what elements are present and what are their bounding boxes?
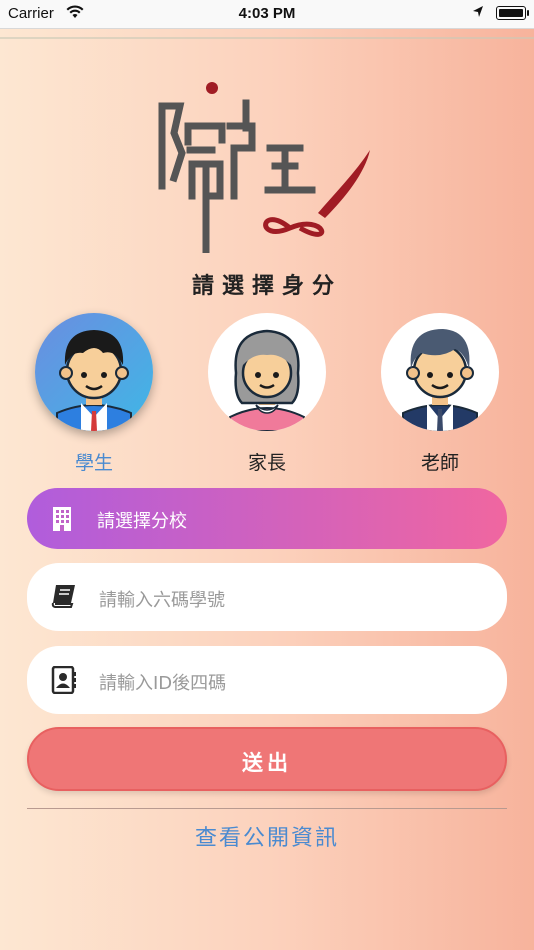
battery-fill bbox=[499, 9, 523, 17]
submit-button[interactable]: 送出 bbox=[27, 727, 507, 791]
role-label-parent[interactable]: 家長 bbox=[207, 448, 327, 475]
student-id-field[interactable]: 請輸入六碼學號 bbox=[27, 563, 507, 631]
branch-select-label: 請選擇分校 bbox=[97, 511, 187, 532]
status-bar: Carrier 4:03 PM bbox=[0, 0, 534, 29]
contact-card-icon bbox=[51, 665, 77, 698]
role-label-student[interactable]: 學生 bbox=[34, 448, 154, 475]
parent-avatar[interactable] bbox=[208, 313, 326, 431]
book-icon bbox=[51, 584, 77, 612]
divider bbox=[27, 808, 507, 809]
app-logo bbox=[150, 78, 380, 257]
battery-icon bbox=[496, 6, 529, 20]
role-label-teacher[interactable]: 老師 bbox=[380, 448, 500, 475]
location-arrow-icon bbox=[472, 5, 484, 23]
student-id-input[interactable]: 請輸入六碼學號 bbox=[99, 586, 225, 612]
submit-label: 送出 bbox=[242, 751, 292, 775]
building-icon bbox=[52, 506, 72, 536]
clock: 4:03 PM bbox=[238, 5, 296, 22]
branch-select-button[interactable]: 請選擇分校 bbox=[27, 488, 507, 549]
id-last4-input[interactable]: 請輸入ID後四碼 bbox=[99, 669, 226, 695]
teacher-avatar[interactable] bbox=[381, 313, 499, 431]
student-avatar[interactable] bbox=[35, 313, 153, 431]
public-info-link[interactable]: 查看公開資訊 bbox=[0, 820, 534, 852]
top-divider bbox=[0, 37, 534, 39]
id-last4-field[interactable]: 請輸入ID後四碼 bbox=[27, 646, 507, 714]
page-title: 請選擇身分 bbox=[191, 274, 342, 299]
